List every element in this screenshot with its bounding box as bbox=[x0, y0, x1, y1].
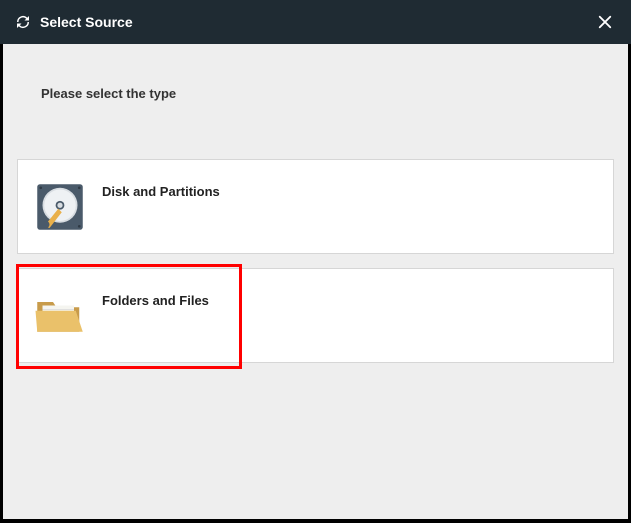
dialog-title: Select Source bbox=[40, 14, 133, 30]
option-folders-files[interactable]: Folders and Files bbox=[17, 268, 614, 363]
titlebar-left: Select Source bbox=[14, 13, 133, 31]
close-icon bbox=[596, 13, 614, 31]
options-container: Disk and Partitions Folders and Files bbox=[3, 159, 628, 363]
option-label: Disk and Partitions bbox=[102, 184, 220, 199]
titlebar: Select Source bbox=[0, 0, 631, 44]
dialog-window: Select Source Please select the type bbox=[0, 0, 631, 523]
hard-disk-icon bbox=[30, 177, 90, 237]
option-disk-partitions[interactable]: Disk and Partitions bbox=[17, 159, 614, 254]
folder-icon bbox=[30, 286, 90, 346]
dialog-content: Please select the type bbox=[3, 44, 628, 519]
option-label: Folders and Files bbox=[102, 293, 209, 308]
close-button[interactable] bbox=[593, 10, 617, 34]
prompt-text: Please select the type bbox=[3, 44, 628, 101]
refresh-arrows-icon bbox=[14, 13, 32, 31]
